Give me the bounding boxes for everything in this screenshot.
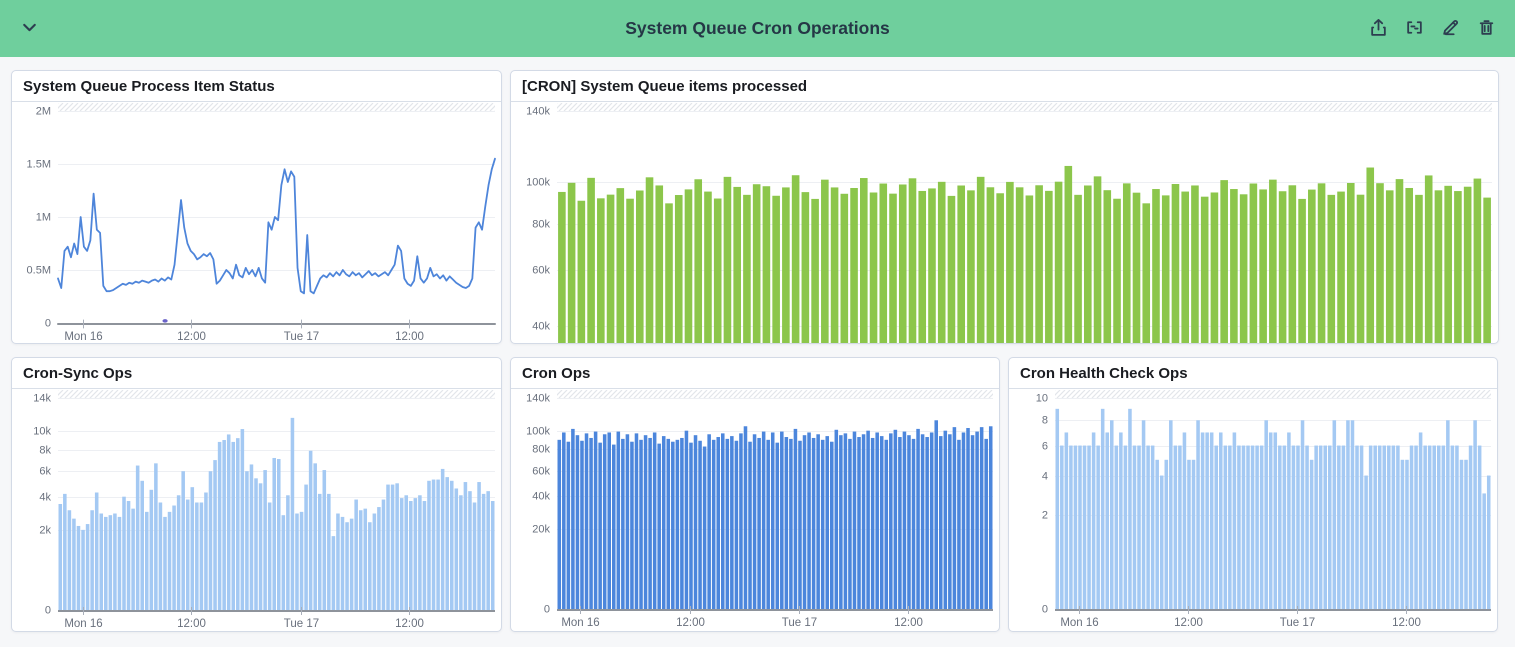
inspect-icon [1405,18,1424,40]
trash-icon [1477,18,1496,40]
edit-button[interactable] [1437,16,1463,42]
share-button[interactable] [1365,16,1391,42]
inspect-button[interactable] [1401,16,1427,42]
panel-cron-ops: Cron Ops errorsuccess [510,357,1000,632]
pencil-icon [1441,18,1460,40]
panel-title: Cron Ops [511,358,999,389]
export-icon [1369,18,1388,40]
items-processed-chart[interactable] [511,102,1498,344]
chevron-down-icon [20,18,39,40]
dashboard-header: System Queue Cron Operations [0,0,1515,57]
dashboard-title: System Queue Cron Operations [0,18,1515,39]
cron-ops-chart[interactable] [511,389,999,632]
header-actions [1365,16,1499,42]
panel-process-item-status: System Queue Process Item Status [11,70,502,344]
panel-title: Cron-Sync Ops [12,358,501,389]
panel-title: [CRON] System Queue items processed [511,71,1498,102]
cron-health-check-ops-chart[interactable] [1009,389,1497,632]
panel-cron-sync-ops: Cron-Sync Ops success [11,357,502,632]
panel-items-processed: [CRON] System Queue items processed cron… [510,70,1499,344]
panel-title: Cron Health Check Ops [1009,358,1497,389]
cron-sync-ops-chart[interactable] [12,389,501,632]
panel-cron-health-check-ops: Cron Health Check Ops success [1008,357,1498,632]
delete-button[interactable] [1473,16,1499,42]
process-item-status-chart[interactable] [12,102,501,344]
collapse-panel-button[interactable] [16,16,42,42]
panel-title: System Queue Process Item Status [12,71,501,102]
dashboard-grid: System Queue Process Item Status [CRON] … [11,70,1499,632]
